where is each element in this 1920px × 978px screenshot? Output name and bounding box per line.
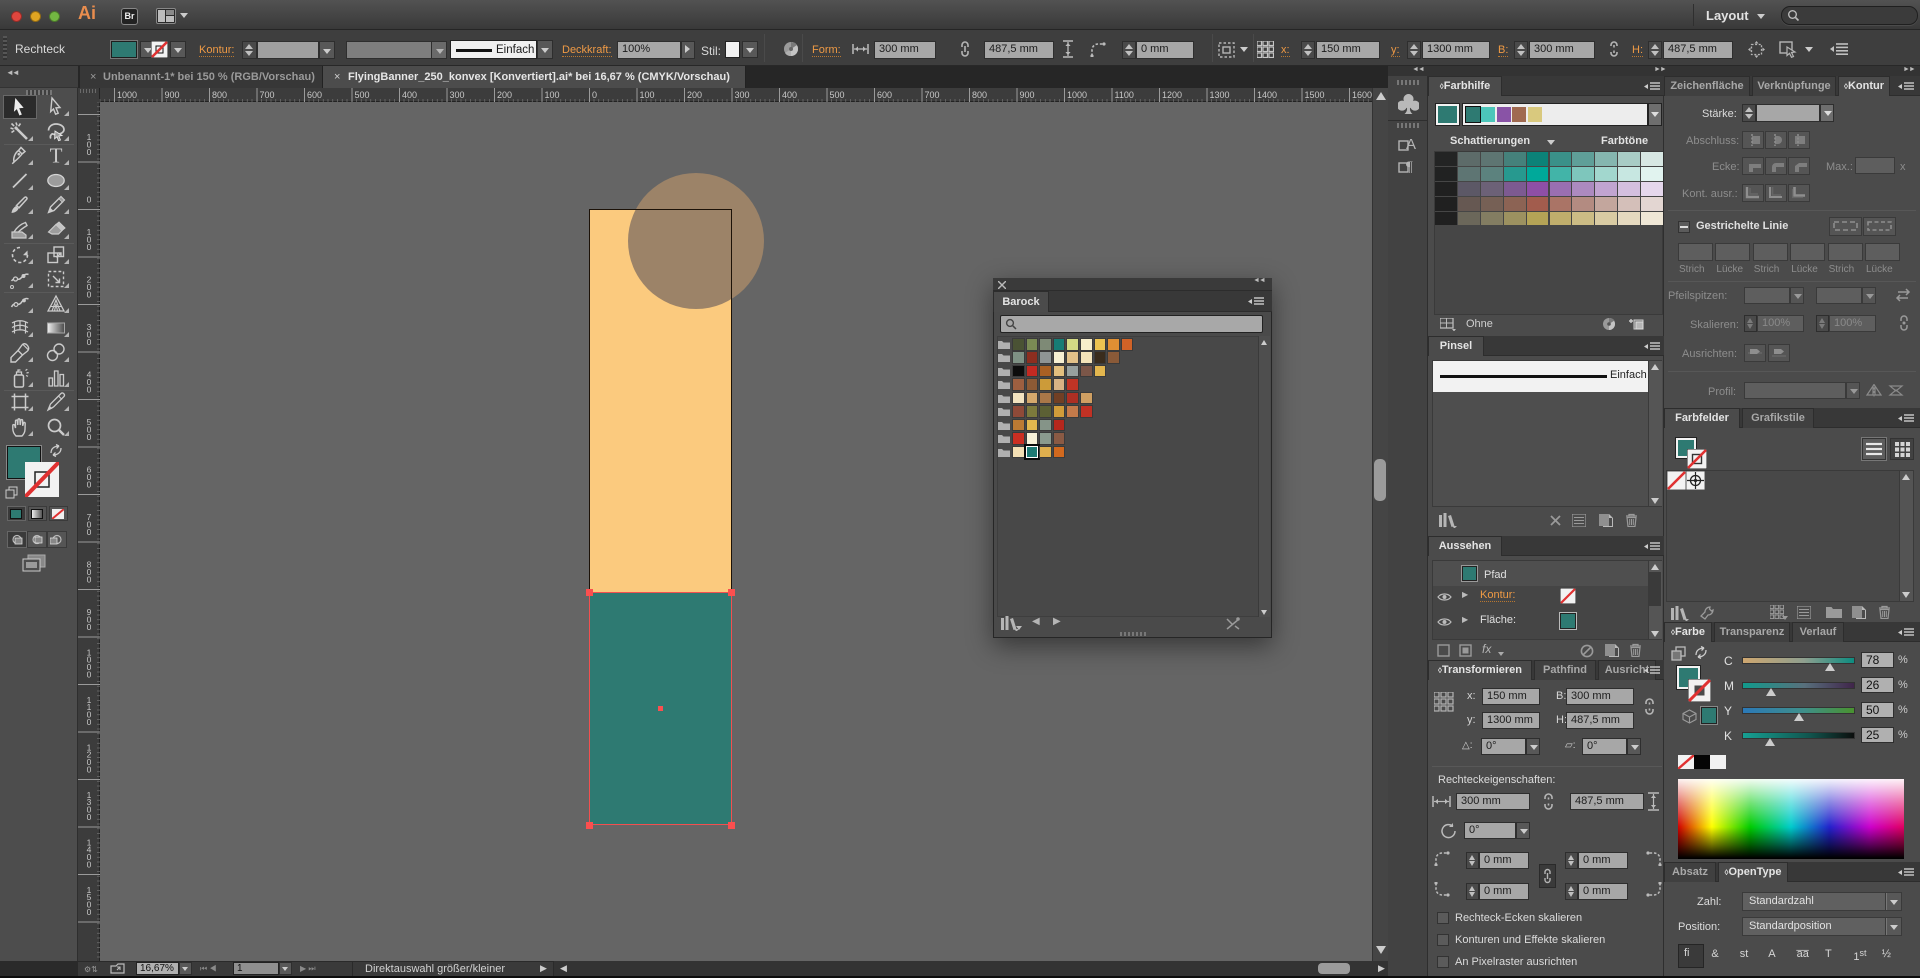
svg-text:0: 0 — [87, 765, 92, 775]
svg-text:0: 0 — [87, 527, 92, 537]
svg-text:400: 400 — [782, 90, 797, 100]
svg-text:900: 900 — [1020, 90, 1035, 100]
svg-text:800: 800 — [212, 90, 227, 100]
svg-text:200: 200 — [497, 90, 512, 100]
svg-text:200: 200 — [687, 90, 702, 100]
svg-text:100: 100 — [640, 90, 655, 100]
svg-text:0: 0 — [87, 385, 92, 395]
svg-text:A: A — [1406, 136, 1416, 153]
svg-text:500: 500 — [830, 90, 845, 100]
svg-text:1300: 1300 — [1210, 90, 1230, 100]
svg-text:0: 0 — [87, 670, 92, 680]
svg-text:300: 300 — [450, 90, 465, 100]
svg-text:1000: 1000 — [1067, 90, 1087, 100]
svg-text:1200: 1200 — [1162, 90, 1182, 100]
svg-text:400: 400 — [402, 90, 417, 100]
svg-text:1400: 1400 — [1257, 90, 1277, 100]
svg-text:0: 0 — [87, 432, 92, 442]
svg-text:0: 0 — [87, 907, 92, 917]
svg-text:100: 100 — [545, 90, 560, 100]
svg-text:1500: 1500 — [1305, 90, 1325, 100]
svg-text:0: 0 — [87, 290, 92, 300]
svg-text:900: 900 — [165, 90, 180, 100]
svg-text:0: 0 — [87, 812, 92, 822]
svg-text:700: 700 — [925, 90, 940, 100]
svg-text:500: 500 — [355, 90, 370, 100]
svg-text:0: 0 — [592, 90, 597, 100]
svg-text:800: 800 — [972, 90, 987, 100]
svg-text:1000: 1000 — [117, 90, 137, 100]
svg-text:1600: 1600 — [1352, 90, 1372, 100]
svg-text:0: 0 — [87, 575, 92, 585]
svg-text:0: 0 — [87, 480, 92, 490]
svg-text:0: 0 — [87, 242, 92, 252]
svg-text:0: 0 — [87, 337, 92, 347]
svg-text:600: 600 — [877, 90, 892, 100]
svg-text:1100: 1100 — [1115, 90, 1134, 100]
svg-text:600: 600 — [307, 90, 322, 100]
svg-text:0: 0 — [87, 622, 92, 632]
svg-text:700: 700 — [260, 90, 275, 100]
svg-text:0: 0 — [87, 147, 92, 157]
svg-text:¶: ¶ — [1406, 159, 1413, 175]
svg-text:300: 300 — [735, 90, 750, 100]
svg-text:0: 0 — [87, 195, 92, 205]
svg-text:0: 0 — [87, 717, 92, 727]
svg-text:0: 0 — [87, 860, 92, 870]
svg-text:T: T — [50, 145, 63, 167]
